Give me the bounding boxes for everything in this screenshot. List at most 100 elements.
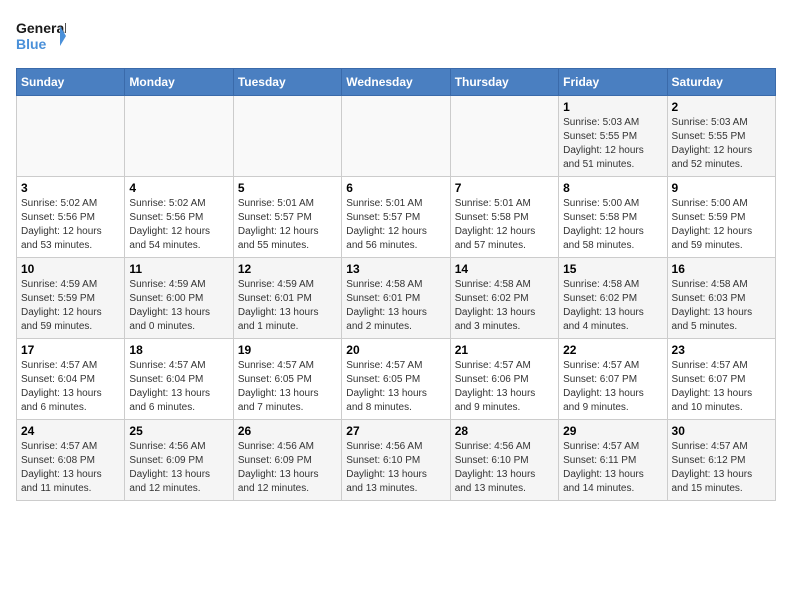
calendar-week-row: 10Sunrise: 4:59 AM Sunset: 5:59 PM Dayli… — [17, 258, 776, 339]
day-number: 24 — [21, 424, 120, 438]
day-number: 1 — [563, 100, 662, 114]
day-info: Sunrise: 4:58 AM Sunset: 6:02 PM Dayligh… — [455, 278, 554, 334]
calendar-week-row: 17 Sunrise: 4:57 AM Sunset: 6:04 PM Dayli… — [17, 339, 776, 420]
calendar-week-row: 3 Sunrise: 5:02 AM Sunset: 5:56 PM Daylig… — [17, 177, 776, 258]
day-number: 8 — [563, 181, 662, 195]
day-number: 6 — [346, 181, 445, 195]
logo-icon: GeneralBlue — [16, 16, 66, 56]
day-number: 17 — [21, 343, 120, 357]
calendar-cell: 5 Sunrise: 5:01 AM Sunset: 5:57 PM Daylig… — [233, 177, 341, 258]
day-number: 3 — [21, 181, 120, 195]
calendar-cell: 8 Sunrise: 5:00 AM Sunset: 5:58 PM Daylig… — [559, 177, 667, 258]
calendar-cell: 19 Sunrise: 4:57 AM Sunset: 6:05 PM Dayli… — [233, 339, 341, 420]
day-number: 23 — [672, 343, 771, 357]
day-number: 21 — [455, 343, 554, 357]
day-number: 18 — [129, 343, 228, 357]
day-info: Sunrise: 4:59 AM Sunset: 6:01 PM Dayligh… — [238, 278, 337, 334]
logo: GeneralBlue — [16, 16, 66, 56]
calendar-cell: 29Sunrise: 4:57 AM Sunset: 6:11 PM Dayli… — [559, 420, 667, 501]
day-info: Sunrise: 4:57 AM Sunset: 6:07 PM Dayligh… — [563, 359, 662, 415]
day-info: Sunrise: 4:58 AM Sunset: 6:02 PM Dayligh… — [563, 278, 662, 334]
weekday-header-row: SundayMondayTuesdayWednesdayThursdayFrid… — [17, 69, 776, 96]
calendar-cell: 3 Sunrise: 5:02 AM Sunset: 5:56 PM Daylig… — [17, 177, 125, 258]
day-number: 9 — [672, 181, 771, 195]
day-info: Sunrise: 5:00 AM Sunset: 5:59 PM Dayligh… — [672, 197, 771, 253]
calendar-cell: 9 Sunrise: 5:00 AM Sunset: 5:59 PM Daylig… — [667, 177, 775, 258]
day-number: 7 — [455, 181, 554, 195]
day-info: Sunrise: 4:57 AM Sunset: 6:08 PM Dayligh… — [21, 440, 120, 496]
day-number: 14 — [455, 262, 554, 276]
calendar-cell: 12 Sunrise: 4:59 AM Sunset: 6:01 PM Dayli… — [233, 258, 341, 339]
calendar-cell: 6 Sunrise: 5:01 AM Sunset: 5:57 PM Daylig… — [342, 177, 450, 258]
day-number: 26 — [238, 424, 337, 438]
calendar-cell: 24 Sunrise: 4:57 AM Sunset: 6:08 PM Dayli… — [17, 420, 125, 501]
day-info: Sunrise: 5:01 AM Sunset: 5:57 PM Dayligh… — [238, 197, 337, 253]
day-info: Sunrise: 4:59 AM Sunset: 6:00 PM Dayligh… — [129, 278, 228, 334]
calendar-cell: 26 Sunrise: 4:56 AM Sunset: 6:09 PM Dayli… — [233, 420, 341, 501]
calendar-table: SundayMondayTuesdayWednesdayThursdayFrid… — [16, 68, 776, 501]
calendar-body: 1 Sunrise: 5:03 AM Sunset: 5:55 PM Daylig… — [17, 96, 776, 501]
day-info: Sunrise: 5:01 AM Sunset: 5:57 PM Dayligh… — [346, 197, 445, 253]
day-number: 30 — [672, 424, 771, 438]
day-info: Sunrise: 5:02 AM Sunset: 5:56 PM Dayligh… — [129, 197, 228, 253]
page-header: GeneralBlue — [16, 16, 776, 56]
day-number: 11 — [129, 262, 228, 276]
day-info: Sunrise: 4:57 AM Sunset: 6:05 PM Dayligh… — [346, 359, 445, 415]
day-info: Sunrise: 4:56 AM Sunset: 6:09 PM Dayligh… — [238, 440, 337, 496]
calendar-week-row: 24 Sunrise: 4:57 AM Sunset: 6:08 PM Dayli… — [17, 420, 776, 501]
day-number: 29 — [563, 424, 662, 438]
day-info: Sunrise: 4:58 AM Sunset: 6:01 PM Dayligh… — [346, 278, 445, 334]
weekday-header-cell: Tuesday — [233, 69, 341, 96]
calendar-cell: 30Sunrise: 4:57 AM Sunset: 6:12 PM Dayli… — [667, 420, 775, 501]
day-number: 15 — [563, 262, 662, 276]
svg-text:General: General — [16, 20, 66, 36]
calendar-cell: 27Sunrise: 4:56 AM Sunset: 6:10 PM Dayli… — [342, 420, 450, 501]
day-info: Sunrise: 4:57 AM Sunset: 6:06 PM Dayligh… — [455, 359, 554, 415]
calendar-cell: 2 Sunrise: 5:03 AM Sunset: 5:55 PM Daylig… — [667, 96, 775, 177]
day-info: Sunrise: 4:56 AM Sunset: 6:10 PM Dayligh… — [346, 440, 445, 496]
calendar-cell: 22 Sunrise: 4:57 AM Sunset: 6:07 PM Dayli… — [559, 339, 667, 420]
day-number: 28 — [455, 424, 554, 438]
calendar-cell — [17, 96, 125, 177]
day-info: Sunrise: 4:58 AM Sunset: 6:03 PM Dayligh… — [672, 278, 771, 334]
calendar-cell: 11 Sunrise: 4:59 AM Sunset: 6:00 PM Dayli… — [125, 258, 233, 339]
calendar-cell: 21 Sunrise: 4:57 AM Sunset: 6:06 PM Dayli… — [450, 339, 558, 420]
day-number: 25 — [129, 424, 228, 438]
calendar-cell: 15 Sunrise: 4:58 AM Sunset: 6:02 PM Dayli… — [559, 258, 667, 339]
svg-text:Blue: Blue — [16, 36, 47, 52]
calendar-week-row: 1 Sunrise: 5:03 AM Sunset: 5:55 PM Daylig… — [17, 96, 776, 177]
weekday-header-cell: Saturday — [667, 69, 775, 96]
weekday-header-cell: Sunday — [17, 69, 125, 96]
day-info: Sunrise: 5:02 AM Sunset: 5:56 PM Dayligh… — [21, 197, 120, 253]
calendar-cell: 28Sunrise: 4:56 AM Sunset: 6:10 PM Dayli… — [450, 420, 558, 501]
calendar-cell: 20Sunrise: 4:57 AM Sunset: 6:05 PM Dayli… — [342, 339, 450, 420]
day-number: 4 — [129, 181, 228, 195]
calendar-cell: 23 Sunrise: 4:57 AM Sunset: 6:07 PM Dayli… — [667, 339, 775, 420]
day-info: Sunrise: 5:03 AM Sunset: 5:55 PM Dayligh… — [672, 116, 771, 172]
day-info: Sunrise: 5:03 AM Sunset: 5:55 PM Dayligh… — [563, 116, 662, 172]
calendar-cell: 10Sunrise: 4:59 AM Sunset: 5:59 PM Dayli… — [17, 258, 125, 339]
calendar-cell: 25Sunrise: 4:56 AM Sunset: 6:09 PM Dayli… — [125, 420, 233, 501]
calendar-cell: 13Sunrise: 4:58 AM Sunset: 6:01 PM Dayli… — [342, 258, 450, 339]
day-info: Sunrise: 4:57 AM Sunset: 6:07 PM Dayligh… — [672, 359, 771, 415]
day-number: 5 — [238, 181, 337, 195]
weekday-header-cell: Monday — [125, 69, 233, 96]
calendar-cell: 14 Sunrise: 4:58 AM Sunset: 6:02 PM Dayli… — [450, 258, 558, 339]
day-number: 12 — [238, 262, 337, 276]
calendar-cell: 16Sunrise: 4:58 AM Sunset: 6:03 PM Dayli… — [667, 258, 775, 339]
day-info: Sunrise: 5:00 AM Sunset: 5:58 PM Dayligh… — [563, 197, 662, 253]
day-number: 2 — [672, 100, 771, 114]
calendar-cell: 18 Sunrise: 4:57 AM Sunset: 6:04 PM Dayli… — [125, 339, 233, 420]
day-info: Sunrise: 4:57 AM Sunset: 6:04 PM Dayligh… — [129, 359, 228, 415]
day-number: 19 — [238, 343, 337, 357]
day-number: 10 — [21, 262, 120, 276]
day-info: Sunrise: 4:57 AM Sunset: 6:04 PM Dayligh… — [21, 359, 120, 415]
weekday-header-cell: Friday — [559, 69, 667, 96]
weekday-header-cell: Wednesday — [342, 69, 450, 96]
calendar-cell — [342, 96, 450, 177]
day-number: 22 — [563, 343, 662, 357]
calendar-cell: 7Sunrise: 5:01 AM Sunset: 5:58 PM Daylig… — [450, 177, 558, 258]
calendar-cell — [233, 96, 341, 177]
day-info: Sunrise: 4:57 AM Sunset: 6:05 PM Dayligh… — [238, 359, 337, 415]
weekday-header-cell: Thursday — [450, 69, 558, 96]
